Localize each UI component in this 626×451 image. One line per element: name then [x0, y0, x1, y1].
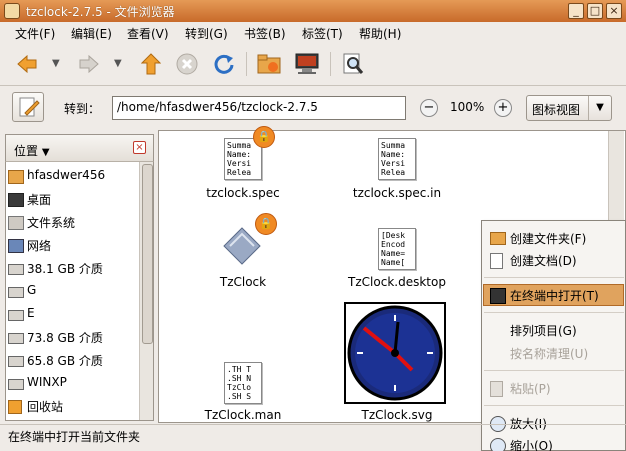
trash-icon: [8, 400, 22, 414]
zoom-in-icon: +: [497, 100, 509, 115]
zoom-out-button[interactable]: −: [420, 99, 438, 117]
menu-item-create-folder[interactable]: 创建文件夹(F): [490, 227, 622, 249]
minimize-button[interactable]: _: [568, 3, 584, 19]
up-arrow-icon: [141, 53, 161, 75]
menu-file[interactable]: 文件(F): [15, 25, 55, 42]
menu-tabs[interactable]: 标签(T): [302, 25, 343, 42]
file-label[interactable]: TzClock.man: [200, 408, 286, 422]
reload-button[interactable]: [211, 51, 237, 77]
up-button[interactable]: [138, 51, 164, 77]
menu-separator: [484, 370, 624, 371]
computer-icon: [295, 53, 319, 74]
home-button[interactable]: [256, 51, 282, 77]
close-button[interactable]: ×: [606, 3, 622, 19]
home-folder-icon: [257, 54, 281, 74]
lock-icon: 🔒: [253, 126, 275, 148]
drive-icon: [8, 310, 24, 321]
drive-icon: [8, 333, 24, 344]
chevron-down-icon: ▼: [41, 147, 50, 158]
window-title: tzclock-2.7.5 - 文件浏览器: [26, 5, 175, 19]
back-arrow-icon: [17, 55, 37, 73]
view-mode-label: 图标视图: [532, 103, 581, 117]
terminal-icon: [490, 288, 506, 304]
desktop-icon: [8, 193, 24, 207]
drive-icon: [8, 287, 24, 298]
computer-button[interactable]: [294, 51, 320, 77]
sidebar-title[interactable]: 位置 ▼: [14, 142, 50, 159]
back-history-dropdown-icon[interactable]: ▼: [52, 58, 62, 69]
filesystem-icon: [8, 216, 24, 230]
scrollbar-thumb[interactable]: [142, 164, 153, 344]
reload-icon: [214, 54, 234, 74]
file-label[interactable]: tzclock.spec: [200, 186, 286, 200]
menu-item-paste[interactable]: 粘贴(P): [490, 377, 622, 399]
zoom-out-icon: −: [423, 100, 435, 115]
file-icon-tzclock-spec-in[interactable]: Summa Name: Versi Relea: [378, 138, 416, 180]
file-label[interactable]: TzClock.svg: [345, 408, 449, 422]
menu-item-open-in-terminal[interactable]: 在终端中打开(T): [490, 284, 622, 306]
forward-button[interactable]: [76, 51, 102, 77]
executable-icon[interactable]: [222, 226, 262, 266]
lock-icon: 🔒: [255, 213, 277, 235]
menu-item-arrange-items[interactable]: 排列项目(G): [490, 319, 622, 341]
svg-clock-thumbnail[interactable]: [344, 302, 446, 404]
paste-icon: [490, 381, 503, 397]
stop-icon: [176, 53, 198, 75]
network-icon: [8, 239, 24, 253]
file-icon-tzclock-man[interactable]: .TH T .SH N TzClo .SH S: [224, 362, 262, 404]
menu-item-create-document[interactable]: 创建文档(D): [490, 249, 622, 271]
file-icon-tzclock-desktop[interactable]: [Desk Encod Name= Name[: [378, 228, 416, 270]
view-mode-select[interactable]: 图标视图 ▼: [526, 95, 612, 121]
menu-separator: [484, 277, 624, 278]
toggle-location-button[interactable]: [12, 92, 44, 122]
search-icon: [343, 53, 364, 74]
menu-help[interactable]: 帮助(H): [359, 25, 401, 42]
drive-icon: [8, 379, 24, 390]
toolbar-separator: [246, 52, 247, 76]
goto-label: 转到：: [64, 102, 101, 116]
status-text: 在终端中打开当前文件夹: [8, 430, 141, 444]
sidebar-scrollbar[interactable]: [139, 162, 153, 420]
file-label[interactable]: tzclock.spec.in: [345, 186, 449, 200]
menu-go[interactable]: 转到(G): [185, 25, 228, 42]
menu-bookmarks[interactable]: 书签(B): [244, 25, 286, 42]
menu-separator: [484, 405, 624, 406]
forward-history-dropdown-icon[interactable]: ▼: [114, 58, 124, 69]
chevron-down-icon: ▼: [588, 96, 611, 120]
location-input[interactable]: /home/hfasdwer456/tzclock-2.7.5: [112, 96, 406, 120]
drive-icon: [8, 264, 24, 275]
home-folder-icon: [8, 170, 24, 184]
sidebar-close-button[interactable]: ×: [133, 141, 146, 154]
new-document-icon: [490, 253, 503, 269]
menu-edit[interactable]: 编辑(E): [71, 25, 112, 42]
menu-view[interactable]: 查看(V): [127, 25, 169, 42]
search-button[interactable]: [340, 51, 366, 77]
stop-button[interactable]: [174, 51, 200, 77]
maximize-button[interactable]: □: [587, 3, 603, 19]
file-label[interactable]: TzClock: [200, 275, 286, 289]
zoom-level[interactable]: 100%: [450, 100, 484, 114]
drive-icon: [8, 356, 24, 367]
new-folder-icon: [490, 232, 506, 245]
menu-separator: [484, 312, 624, 313]
title-bar[interactable]: tzclock-2.7.5 - 文件浏览器 _ □ ×: [0, 0, 626, 22]
edit-pencil-icon: [19, 97, 40, 117]
zoom-in-button[interactable]: +: [494, 99, 512, 117]
menu-item-clean-up-by-name[interactable]: 按名称清理(U): [490, 342, 622, 364]
file-label[interactable]: TzClock.desktop: [345, 275, 449, 289]
forward-arrow-icon: [79, 55, 99, 73]
app-icon: [4, 3, 20, 19]
back-button[interactable]: [14, 51, 40, 77]
sidebar-header[interactable]: 位置 ▼: [5, 134, 154, 162]
toolbar-separator: [330, 52, 331, 76]
